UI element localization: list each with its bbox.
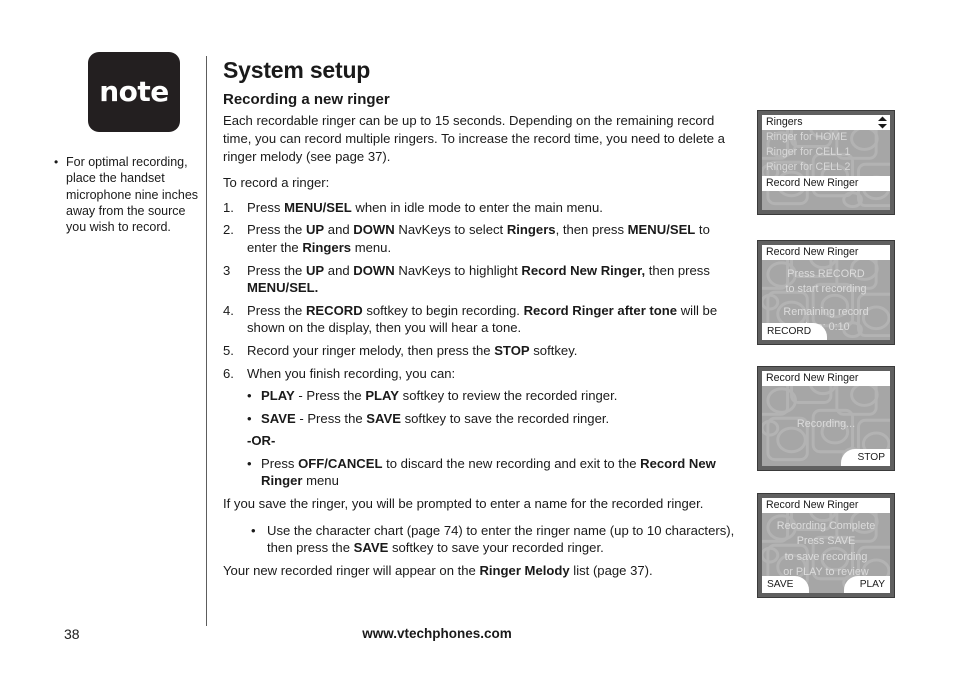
step-text: Press the RECORD softkey to begin record… [247,302,718,336]
softkey-record[interactable]: RECORD [762,323,828,340]
lcd-message-line: Recording Complete [776,520,876,532]
sub-bullet-text: Use the character chart (page 74) to ent… [267,522,735,556]
lcd-title: Record New Ringer [762,371,890,386]
note-bullet-text: For optimal recording, place the handset… [66,155,199,235]
sub-bullet-item: • PLAY - Press the PLAY softkey to revie… [223,387,741,405]
lcd-inner: Record New Ringer Press RECORD to start … [762,245,890,340]
lcd-inner: Record New Ringer Recording... STOP [762,371,890,466]
lcd-inner: Record New Ringer Recording Complete Pre… [762,498,890,593]
lcd-screen-press-record: Record New Ringer Press RECORD to start … [757,240,895,345]
step-item: 5. Record your ringer melody, then press… [223,342,741,360]
softkey-save[interactable]: SAVE [762,576,810,593]
lcd-message-line: Press SAVE [796,535,856,548]
lcd-message-line: to save recording [784,550,868,563]
softkey-play[interactable]: PLAY [843,576,890,593]
column-divider [206,56,207,626]
step-number: 6. [223,365,234,381]
step-item: 2. Press the UP and DOWN NavKeys to sele… [223,221,741,256]
list-item[interactable]: Ringer for HOME [762,130,890,145]
lcd-message: Recording Complete Press SAVE to save re… [762,513,890,580]
lcd-screen-recording: Record New Ringer Recording... STOP [757,366,895,471]
step-text: Press MENU/SEL when in idle mode to ente… [247,199,603,215]
intro-paragraph: Each recordable ringer can be up to 15 s… [223,113,725,164]
step-number: 3 [223,262,231,278]
lcd-message: Recording... [762,417,890,432]
manual-page: note • For optimal recording, place the … [0,0,954,682]
sub-bullet-item-charchart: • Use the character chart (page 74) to e… [223,522,741,557]
lcd-title: Ringers [762,115,890,130]
step-item: 3 Press the UP and DOWN NavKeys to highl… [223,262,741,297]
step-number: 4. [223,302,234,318]
bullet-dot-icon: • [54,155,59,169]
sub-bullet-text: SAVE - Press the SAVE softkey to save th… [261,410,610,426]
lcd-screen-ringers-list: Ringers Ringer for HOME Ringer for CELL … [757,110,895,215]
note-badge-label: note [99,75,169,108]
sub-bullet-item-cancel: • Press OFF/CANCEL to discard the new re… [223,455,741,490]
closing-paragraph: Your new recorded ringer will appear on … [223,562,653,578]
step-text: Press the UP and DOWN NavKeys to highlig… [247,262,710,296]
lcd-message-line: Recording... [796,418,856,430]
list-item[interactable]: Ringer for CELL 2 [762,160,890,175]
updown-arrow-icon[interactable] [877,116,888,129]
sub-bullet-text: Press OFF/CANCEL to discard the new reco… [261,455,716,489]
lcd-list: Ringer for HOME Ringer for CELL 1 Ringer… [762,130,890,191]
step-item: 1. Press MENU/SEL when in idle mode to e… [223,199,741,217]
section-title: Recording a new ringer [223,91,390,109]
step-number: 2. [223,222,234,238]
list-item[interactable]: Ringer for CELL 1 [762,145,890,160]
footer-url: www.vtechphones.com [362,626,512,641]
softkey-row: STOP [762,449,890,466]
step-text: Press the UP and DOWN NavKeys to select … [247,222,710,255]
lcd-inner: Ringers Ringer for HOME Ringer for CELL … [762,115,890,210]
page-title: System setup [223,57,371,83]
step-item: 4. Press the RECORD softkey to begin rec… [223,302,741,337]
steps-lead: To record a ringer: [223,175,330,191]
sub-bullet-item: • SAVE - Press the SAVE softkey to save … [223,410,741,428]
step-number: 1. [223,199,234,215]
softkey-row: RECORD [762,323,890,340]
sub-bullet-text: PLAY - Press the PLAY softkey to review … [261,388,618,404]
softkey-row: SAVE PLAY [762,576,890,593]
bullet-dot-icon: • [247,455,252,471]
bullet-dot-icon: • [251,522,256,538]
softkey-stop[interactable]: STOP [841,449,890,466]
or-separator-label: -OR- [247,433,276,449]
note-badge: note [88,52,180,132]
note-bullet: • For optimal recording, place the hands… [52,154,202,235]
lcd-message-line: Remaining record [783,305,869,318]
bullet-dot-icon: • [247,410,252,426]
save-paragraph: If you save the ringer, you will be prom… [223,496,704,512]
step-number: 5. [223,342,234,358]
step-text: When you finish recording, you can: [247,365,456,381]
note-column: note • For optimal recording, place the … [52,52,202,235]
list-item-selected[interactable]: Record New Ringer [762,175,890,191]
lcd-title: Record New Ringer [762,245,890,260]
lcd-title: Record New Ringer [762,498,890,513]
lcd-screen-recording-complete: Record New Ringer Recording Complete Pre… [757,493,895,598]
lcd-message-line: to start recording [785,283,867,296]
step-text: Record your ringer melody, then press th… [247,342,578,358]
main-content-column: System setup Recording a new ringer Each… [223,58,741,588]
lcd-message-line: Press RECORD [787,268,865,280]
lcd-spacer [762,298,890,305]
bullet-dot-icon: • [247,388,252,404]
step-item: 6. When you finish recording, you can: [223,365,741,383]
